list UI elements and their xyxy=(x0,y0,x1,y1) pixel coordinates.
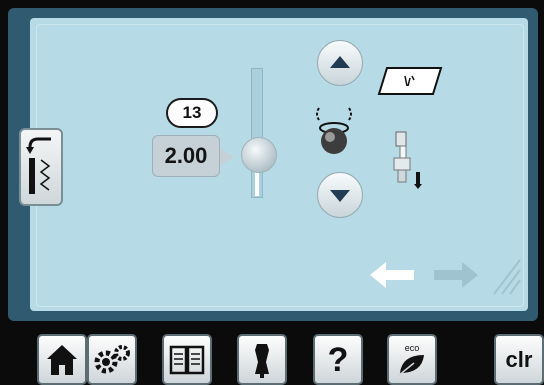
setup-button[interactable] xyxy=(87,334,137,385)
clear-button[interactable]: clr xyxy=(494,334,544,385)
tension-slider-knob[interactable] xyxy=(241,137,277,173)
back-to-stitch-button[interactable] xyxy=(19,128,63,206)
return-stitch-icon xyxy=(26,137,51,194)
thread-tension-icon xyxy=(316,107,352,154)
clr-label: clr xyxy=(505,346,533,372)
forward-arrow-button[interactable] xyxy=(432,260,480,290)
book-icon xyxy=(169,345,205,374)
home-button[interactable] xyxy=(37,334,87,385)
back-arrow-button[interactable] xyxy=(368,260,416,290)
creative-consultant-button[interactable] xyxy=(237,334,287,385)
eco-button[interactable]: eco xyxy=(387,334,437,385)
value-pointer xyxy=(220,148,234,166)
tension-step-badge: 13 xyxy=(166,98,218,128)
dress-form-icon xyxy=(255,343,269,378)
arrow-down-icon xyxy=(330,190,350,202)
decrease-tension-button[interactable] xyxy=(317,172,363,218)
increase-tension-button[interactable] xyxy=(317,40,363,86)
tension-value-display: 2.00 xyxy=(152,135,220,177)
presser-foot-icon xyxy=(393,131,422,189)
resize-grip-icon xyxy=(493,259,521,295)
help-button[interactable]: ? xyxy=(313,334,363,385)
home-icon xyxy=(47,344,77,375)
gear-icon xyxy=(94,344,130,373)
tutorial-book-button[interactable] xyxy=(162,334,212,385)
presser-foot-pressure-button[interactable] xyxy=(377,66,443,96)
screen: 13 2.00 ? eco clr xyxy=(0,0,544,385)
eco-text: eco xyxy=(405,343,420,353)
eco-leaf-icon: eco xyxy=(397,343,424,377)
help-icon: ? xyxy=(327,340,349,379)
arrow-up-icon xyxy=(330,56,350,68)
